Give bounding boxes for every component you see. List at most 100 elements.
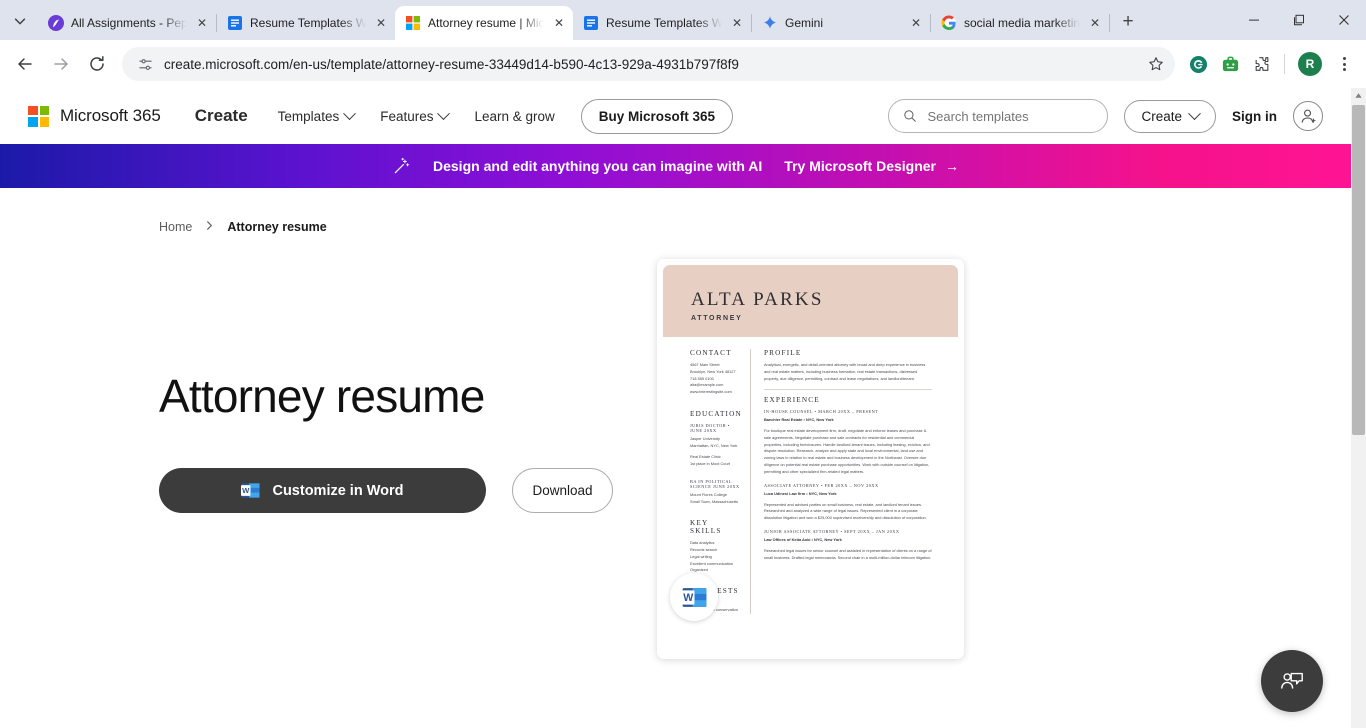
resume-edu-line: Jasper University [690, 436, 720, 442]
resume-skill: Records search [690, 546, 718, 552]
close-icon[interactable]: ✕ [194, 15, 210, 31]
tab-title: Resume Templates W [606, 16, 722, 30]
close-icon[interactable]: ✕ [373, 15, 389, 31]
sign-in-link[interactable]: Sign in [1232, 109, 1277, 124]
word-format-badge: W [670, 573, 718, 621]
maximize-icon[interactable] [1276, 0, 1321, 40]
resume-left-column: CONTACT 4567 Main Street Brooklyn, New Y… [663, 349, 751, 614]
buy-microsoft-365-button[interactable]: Buy Microsoft 365 [580, 98, 734, 134]
resume-contact-line: www.interestingsite.com [690, 389, 732, 395]
resume-edu-meta: BA IN POLITICAL SCIENCE JUNE 20XX [690, 479, 740, 490]
browser-tab[interactable]: social media marketin ✕ [931, 6, 1109, 40]
chevron-down-icon [1188, 106, 1201, 120]
resume-skill: Legal writing [690, 553, 712, 559]
search-icon [904, 110, 917, 122]
honey-icon[interactable] [1215, 49, 1245, 79]
close-icon[interactable]: ✕ [1087, 15, 1103, 31]
nav-learn-grow[interactable]: Learn & grow [474, 109, 554, 124]
browser-tab[interactable]: Resume Templates W ✕ [573, 6, 751, 40]
designer-promo-banner[interactable]: Design and edit anything you can imagine… [0, 144, 1351, 188]
search-input[interactable] [927, 108, 1094, 124]
chevron-down-icon [437, 106, 451, 120]
customize-button-label: Customize in Word [272, 482, 404, 499]
profile-avatar[interactable]: R [1298, 52, 1322, 76]
back-icon[interactable] [8, 47, 42, 81]
nav-learn-grow-label: Learn & grow [474, 108, 555, 124]
grammarly-icon[interactable] [1183, 49, 1213, 79]
resume-job-employer: Law Offices of Keita Aoki • NYC, New Yor… [763, 537, 842, 543]
person-add-icon [1301, 109, 1316, 123]
word-icon: W [681, 587, 706, 607]
customize-in-word-button[interactable]: W Customize in Word [159, 468, 486, 514]
scrollbar-thumb[interactable] [1352, 105, 1365, 435]
account-avatar-button[interactable] [1293, 101, 1323, 131]
nav-templates-label: Templates [277, 108, 340, 124]
window-controls [1231, 0, 1366, 40]
resume-profile-body: Analytical, energetic, and detail-orient… [763, 362, 926, 381]
resume-skill: Excellent communication [690, 560, 734, 566]
kebab-menu-icon[interactable] [1330, 49, 1358, 79]
browser-tab[interactable]: Gemini ✕ [752, 6, 930, 40]
forward-icon[interactable] [44, 47, 78, 81]
puzzle-icon[interactable] [1247, 49, 1277, 79]
resume-body: CONTACT 4567 Main Street Brooklyn, New Y… [663, 337, 958, 614]
feedback-chat-icon [1281, 672, 1303, 689]
resume-job-meta: IN-HOUSE COUNSEL • MARCH 20XX – PRESENT [763, 409, 879, 415]
address-bar-url: create.microsoft.com/en-us/template/atto… [164, 56, 739, 72]
breadcrumb: Home Attorney resume [0, 188, 1351, 234]
template-info-column: Attorney resume W Customize in Word Down… [0, 234, 640, 659]
resume-edu-line: Real Estate Clinic [690, 453, 721, 459]
browser-tab[interactable]: Resume Templates W ✕ [217, 6, 395, 40]
template-preview-card[interactable]: ALTA PARKS ATTORNEY CONTACT 4567 Main St… [657, 259, 964, 659]
nav-create[interactable]: Create [195, 106, 248, 126]
promo-cta-label: Try Microsoft Designer [784, 158, 936, 174]
microsoft-365-logo[interactable]: Microsoft 365 [28, 105, 161, 127]
tab-search-button[interactable] [6, 7, 34, 35]
resume-edu-line: Mount Flores College [690, 492, 727, 498]
star-icon[interactable] [1143, 51, 1169, 77]
resume-job-meta: ASSOCIATE ATTORNEY • FEB 20XX – NOV 20XX [763, 482, 879, 488]
close-icon[interactable] [1321, 0, 1366, 40]
feedback-button[interactable] [1261, 650, 1323, 712]
download-button[interactable]: Download [512, 468, 613, 514]
tab-title: All Assignments - Pep [71, 16, 187, 30]
page-info-icon[interactable] [136, 55, 154, 73]
resume-header: ALTA PARKS ATTORNEY [663, 265, 958, 337]
browser-tab[interactable]: All Assignments - Pep ✕ [38, 6, 216, 40]
create-dropdown-button[interactable]: Create [1124, 99, 1216, 133]
address-bar[interactable]: create.microsoft.com/en-us/template/atto… [122, 47, 1175, 81]
page-title: Attorney resume [159, 370, 485, 422]
divider [763, 389, 932, 391]
browser-tab-active[interactable]: Attorney resume | Mic ✕ [395, 6, 573, 40]
resume-job-meta: JUNIOR ASSOCIATE ATTORNEY • SEPT 20XX – … [763, 529, 900, 535]
resume-right-column: PROFILE Analytical, energetic, and detai… [751, 349, 958, 614]
close-icon[interactable]: ✕ [551, 15, 567, 31]
pearson-icon [48, 15, 64, 31]
close-icon[interactable]: ✕ [908, 15, 924, 31]
preview-frame: ALTA PARKS ATTORNEY CONTACT 4567 Main St… [657, 259, 964, 659]
scroll-up-arrow-icon[interactable] [1351, 88, 1366, 103]
magic-wand-icon [394, 157, 410, 173]
resume-section-experience: EXPERIENCE [763, 396, 820, 405]
page-scrollbar[interactable] [1351, 88, 1366, 728]
microsoft-logo-icon [28, 105, 49, 127]
chevron-right-icon [204, 220, 215, 234]
minimize-icon[interactable] [1231, 0, 1276, 40]
breadcrumb-home-link[interactable]: Home [159, 220, 192, 234]
new-tab-button[interactable]: + [1114, 8, 1142, 36]
page-viewport: Microsoft 365 Create Templates Features … [0, 88, 1366, 728]
resume-name: ALTA PARKS [691, 289, 824, 310]
nav-features[interactable]: Features [380, 106, 451, 124]
cta-row: W Customize in Word Download [159, 468, 640, 514]
page-content: Home Attorney resume Attorney resume W C… [0, 188, 1351, 659]
promo-cta-link[interactable]: Try Microsoft Designer → [784, 158, 959, 174]
resume-edu-line: 1st place in Moot Court [690, 460, 731, 466]
chevron-down-icon [343, 106, 357, 120]
nav-templates[interactable]: Templates [277, 106, 357, 124]
gemini-icon [763, 16, 777, 29]
reload-icon[interactable] [80, 47, 114, 81]
search-templates-box[interactable] [888, 99, 1109, 133]
tab-title: Gemini [785, 16, 824, 30]
google-icon [941, 15, 956, 30]
close-icon[interactable]: ✕ [729, 15, 745, 31]
